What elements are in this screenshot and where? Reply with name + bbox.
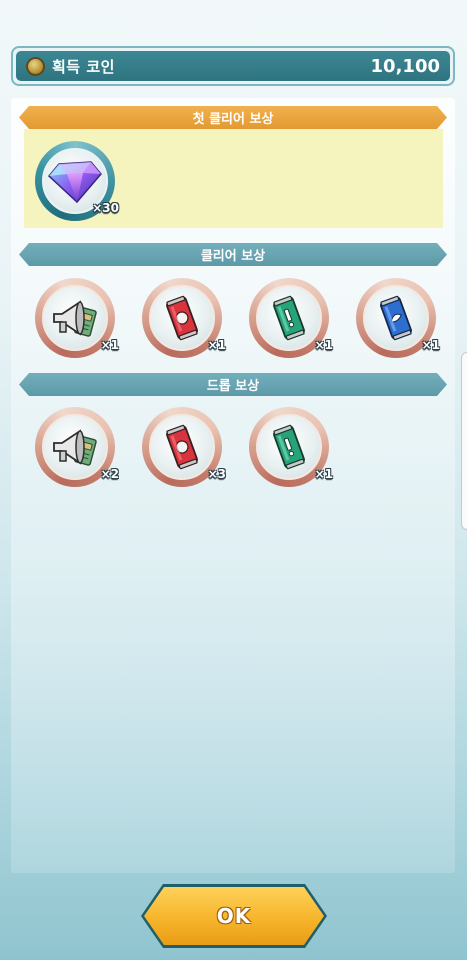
ok-button[interactable]: OK — [141, 884, 327, 948]
reward-item-megaphone-ticket[interactable]: ×2 — [35, 407, 119, 487]
coin-bar-inner: 획득 코인 10,100 — [16, 51, 450, 81]
coin-icon — [26, 56, 45, 76]
reward-qty: ×1 — [314, 338, 333, 352]
megaphone-ticket-icon — [53, 429, 97, 466]
reward-qty: ×1 — [100, 338, 119, 352]
reward-item-diamond[interactable]: ×30 — [35, 141, 119, 221]
clear-reward-header: 클리어 보상 — [19, 243, 447, 266]
green-can-icon — [273, 295, 305, 341]
reward-qty: ×2 — [100, 467, 119, 481]
red-can-icon — [166, 424, 198, 470]
blue-can-icon — [380, 295, 412, 341]
megaphone-ticket-icon — [53, 300, 97, 337]
edge-panel-handle[interactable] — [461, 352, 467, 530]
clear-reward-title: 클리어 보상 — [200, 249, 266, 264]
coin-bar: 획득 코인 10,100 — [11, 46, 455, 86]
drop-reward-title: 드롭 보상 — [206, 379, 260, 394]
coin-label: 획득 코인 — [52, 57, 115, 76]
red-can-icon — [166, 295, 198, 341]
reward-qty: ×1 — [207, 338, 226, 352]
reward-qty: ×30 — [92, 201, 119, 215]
reward-qty: ×3 — [207, 467, 226, 481]
green-can-icon — [273, 424, 305, 470]
reward-item-green-can[interactable]: ×1 — [249, 278, 333, 358]
reward-item-green-can[interactable]: ×1 — [249, 407, 333, 487]
diamond-icon — [47, 161, 102, 204]
reward-item-red-can[interactable]: ×1 — [142, 278, 226, 358]
reward-qty: ×1 — [421, 338, 440, 352]
reward-item-megaphone-ticket[interactable]: ×1 — [35, 278, 119, 358]
reward-item-blue-can[interactable]: ×1 — [356, 278, 440, 358]
first-clear-reward-title: 첫 클리어 보상 — [192, 112, 274, 127]
first-clear-reward-header: 첫 클리어 보상 — [19, 106, 447, 129]
drop-reward-header: 드롭 보상 — [19, 373, 447, 396]
ok-button-label: OK — [216, 904, 252, 928]
reward-qty: ×1 — [314, 467, 333, 481]
coin-value: 10,100 — [370, 55, 440, 77]
reward-item-red-can[interactable]: ×3 — [142, 407, 226, 487]
